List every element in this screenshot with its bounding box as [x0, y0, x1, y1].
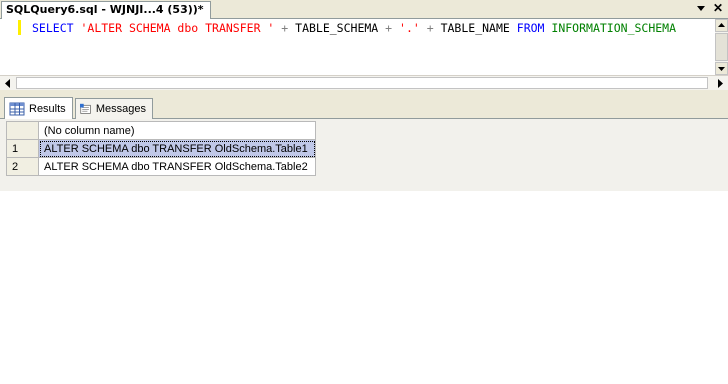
changed-line-marker	[18, 20, 21, 35]
scroll-down-button[interactable]	[715, 62, 728, 75]
sql-code-line[interactable]: SELECT 'ALTER SCHEMA dbo TRANSFER ' + TA…	[32, 20, 676, 36]
row-number[interactable]: 2	[6, 157, 39, 176]
sql-token: +	[378, 21, 400, 35]
editor-gutter	[0, 19, 17, 75]
row-number[interactable]: 1	[6, 139, 39, 158]
query-editor[interactable]: SELECT 'ALTER SCHEMA dbo TRANSFER ' + TA…	[0, 19, 715, 75]
document-tab-title: SQLQuery6.sql - WJNJI...4 (53))*	[6, 3, 204, 16]
arrow-right-icon	[718, 79, 723, 88]
editor-horizontal-scrollbar[interactable]	[0, 75, 728, 90]
vertical-scroll-thumb[interactable]	[715, 33, 728, 61]
editor-vertical-scrollbar[interactable]	[715, 19, 728, 75]
scroll-left-button[interactable]	[1, 77, 15, 90]
sql-token: INFORMATION_SCHEMA	[551, 21, 677, 35]
grid-header-row: (No column name)	[6, 121, 316, 140]
column-header[interactable]: (No column name)	[38, 121, 316, 140]
sql-token: FROM	[516, 21, 545, 35]
grid-icon	[9, 102, 25, 115]
results-tab-bar: Results Messages	[0, 96, 728, 119]
sql-token: TABLE_NAME	[440, 21, 510, 35]
document-tab-strip: SQLQuery6.sql - WJNJI...4 (53))* ✕	[0, 0, 728, 19]
sql-token: 'ALTER SCHEMA dbo TRANSFER '	[80, 21, 275, 35]
arrow-left-icon	[5, 79, 10, 88]
tab-results[interactable]: Results	[4, 97, 73, 119]
tab-messages[interactable]: Messages	[75, 98, 153, 119]
table-row[interactable]: 2 ALTER SCHEMA dbo TRANSFER OldSchema.Tab…	[6, 157, 316, 176]
results-grid[interactable]: (No column name) 1 ALTER SCHEMA dbo TRANS…	[6, 121, 316, 176]
scroll-right-button[interactable]	[714, 77, 727, 90]
sql-token: '.'	[399, 21, 420, 35]
close-icon[interactable]: ✕	[712, 2, 724, 14]
dropdown-arrow-icon[interactable]	[696, 3, 706, 13]
arrow-up-icon	[718, 23, 725, 27]
horizontal-scroll-thumb[interactable]	[16, 77, 708, 89]
messages-icon	[80, 103, 91, 114]
sql-token: +	[274, 21, 296, 35]
grid-corner-cell[interactable]	[6, 121, 39, 140]
table-row[interactable]: 1 ALTER SCHEMA dbo TRANSFER OldSchema.Tab…	[6, 139, 316, 158]
sql-token: TABLE_SCHEMA	[295, 21, 379, 35]
arrow-down-icon	[718, 67, 725, 71]
sql-token: SELECT	[32, 21, 74, 35]
cell-value[interactable]: ALTER SCHEMA dbo TRANSFER OldSchema.Tabl…	[38, 139, 316, 158]
cell-value[interactable]: ALTER SCHEMA dbo TRANSFER OldSchema.Tabl…	[38, 157, 316, 176]
results-grid-area: (No column name) 1 ALTER SCHEMA dbo TRANS…	[0, 119, 728, 384]
tab-messages-label: Messages	[95, 103, 146, 115]
document-tab[interactable]: SQLQuery6.sql - WJNJI...4 (53))*	[1, 1, 211, 19]
grid-body: 1 ALTER SCHEMA dbo TRANSFER OldSchema.Tab…	[6, 139, 316, 176]
scroll-up-button[interactable]	[715, 19, 728, 32]
tab-results-label: Results	[29, 102, 66, 115]
sql-token: +	[419, 21, 441, 35]
